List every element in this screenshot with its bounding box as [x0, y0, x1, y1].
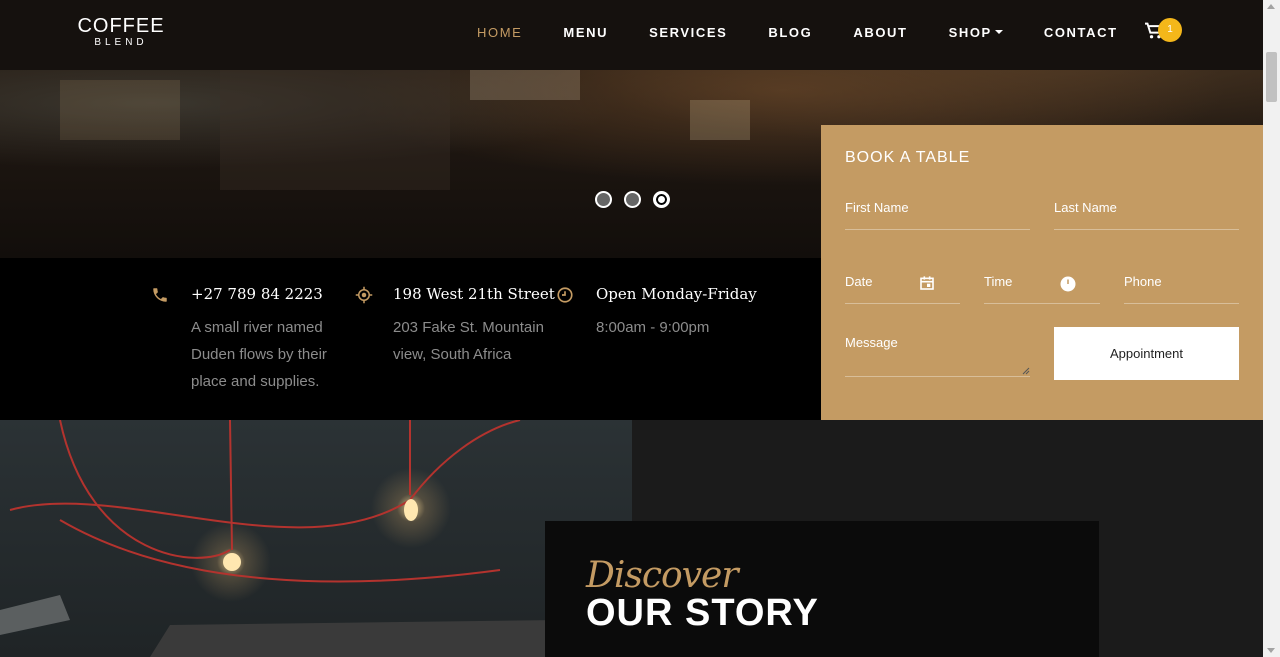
chevron-down-icon — [994, 30, 1003, 34]
book-table-title: BOOK A TABLE — [845, 149, 971, 166]
hours-text: 8:00am - 9:00pm — [596, 319, 710, 336]
nav-services[interactable]: SERVICES — [649, 25, 727, 41]
navbar: COFFEE BLEND HOME MENU SERVICES BLOG ABO… — [0, 0, 1263, 70]
phone-number: +27 789 84 2223 — [191, 285, 323, 303]
nav-about[interactable]: ABOUT — [853, 25, 907, 41]
hanging-lights-illustration — [0, 420, 580, 657]
last-name-placeholder: Last Name — [1054, 200, 1117, 215]
page-scrollbar[interactable] — [1263, 0, 1280, 657]
last-name-field[interactable]: Last Name — [1054, 200, 1239, 230]
scrollbar-thumb[interactable] — [1266, 52, 1277, 102]
main-nav: HOME MENU SERVICES BLOG ABOUT SHOP CONTA… — [477, 25, 1159, 41]
nav-contact[interactable]: CONTACT — [1044, 25, 1118, 41]
carousel-dot-3[interactable] — [653, 191, 670, 208]
nav-home[interactable]: HOME — [477, 25, 522, 41]
phone-icon — [153, 288, 167, 302]
address-text: 203 Fake St. Mountain view, South Africa — [393, 319, 544, 363]
hours-heading: Open Monday-Friday — [596, 285, 757, 303]
cart-count-badge: 1 — [1158, 18, 1182, 42]
book-table-form: BOOK A TABLE First Name Last Name Date T… — [821, 125, 1263, 420]
nav-shop-label: SHOP — [948, 25, 992, 40]
time-placeholder: Time — [984, 274, 1013, 289]
first-name-field[interactable]: First Name — [845, 200, 1030, 230]
time-field[interactable]: Time — [984, 274, 1100, 304]
clock-icon — [557, 287, 573, 303]
location-icon — [355, 286, 373, 304]
message-field[interactable]: Message — [845, 335, 1030, 377]
story-title: OUR STORY — [586, 592, 819, 634]
nav-blog[interactable]: BLOG — [768, 25, 812, 41]
first-name-placeholder: First Name — [845, 200, 909, 215]
appointment-button[interactable]: Appointment — [1054, 327, 1239, 380]
nav-shop[interactable]: SHOP — [949, 25, 1003, 41]
carousel-dots — [595, 191, 670, 208]
scroll-up-arrow-icon[interactable] — [1267, 4, 1275, 9]
carousel-dot-2[interactable] — [624, 191, 641, 208]
resize-handle-icon[interactable] — [1022, 367, 1030, 375]
story-script-heading: Discover — [586, 555, 739, 596]
message-placeholder: Message — [845, 335, 898, 350]
scroll-down-arrow-icon[interactable] — [1267, 648, 1275, 653]
nav-menu[interactable]: MENU — [563, 25, 608, 41]
brand-subtitle: BLEND — [94, 37, 148, 48]
date-field[interactable]: Date — [845, 274, 960, 304]
brand-logo[interactable]: COFFEE BLEND — [77, 15, 165, 49]
date-placeholder: Date — [845, 274, 873, 289]
calendar-icon — [920, 276, 934, 290]
story-image — [0, 420, 632, 657]
brand-name: COFFEE — [77, 15, 165, 37]
address-heading: 198 West 21th Street — [393, 285, 555, 303]
carousel-dot-1[interactable] — [595, 191, 612, 208]
phone-description: A small river named Duden flows by their… — [191, 319, 327, 390]
time-icon — [1060, 276, 1076, 292]
phone-placeholder: Phone — [1124, 274, 1162, 289]
phone-field[interactable]: Phone — [1124, 274, 1239, 304]
